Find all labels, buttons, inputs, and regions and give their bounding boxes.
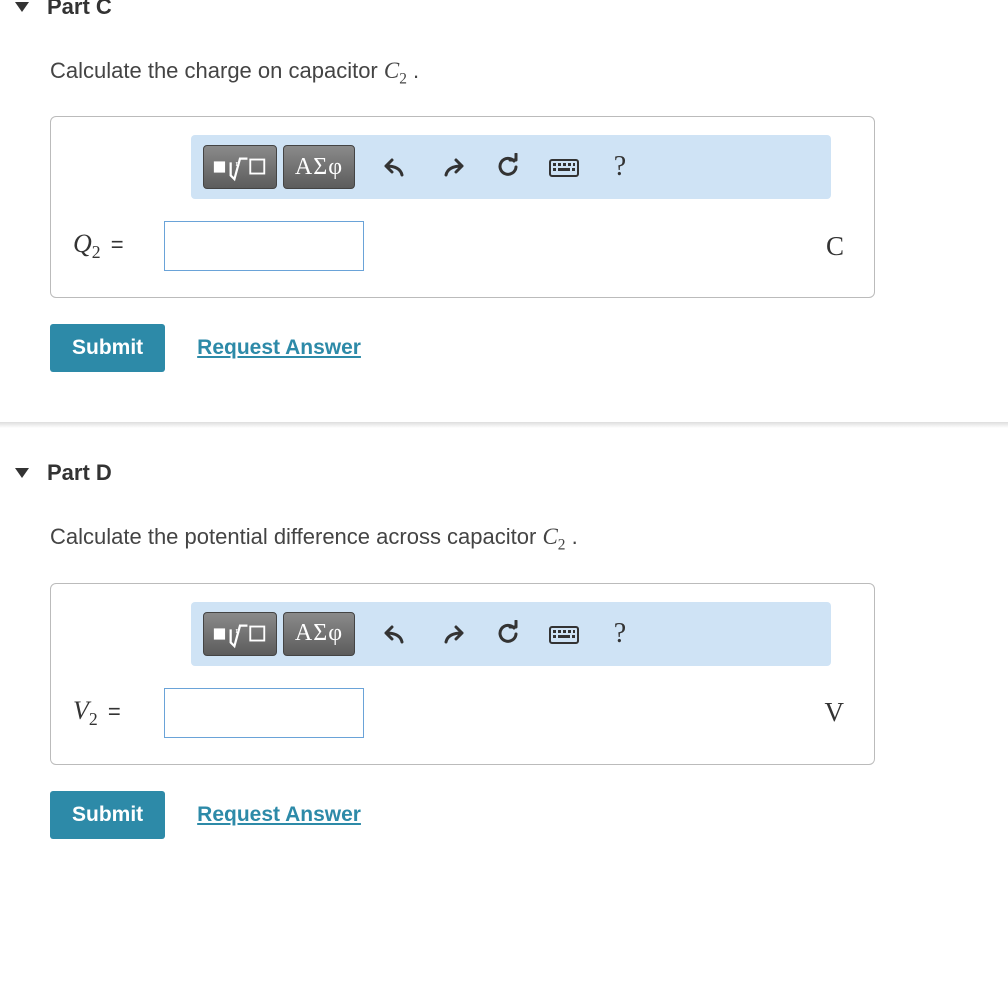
collapse-icon[interactable] [15, 468, 29, 478]
answer-input-c[interactable] [164, 221, 364, 271]
help-label: ? [614, 151, 626, 183]
prompt-text: Calculate the charge on capacitor [50, 58, 384, 83]
answer-box-d: n ΑΣφ [50, 583, 875, 765]
help-button[interactable]: ? [595, 145, 645, 189]
request-answer-link-d[interactable]: Request Answer [197, 803, 361, 827]
actions-c: Submit Request Answer [50, 324, 978, 372]
var-sub: 2 [92, 242, 101, 262]
part-c-header[interactable]: Part C [0, 0, 1008, 20]
part-d-header[interactable]: Part D [0, 460, 1008, 486]
part-c-prompt: Calculate the charge on capacitor C2 . [50, 58, 978, 88]
answer-input-d[interactable] [164, 688, 364, 738]
variable-label-c: Q2 = [73, 229, 148, 263]
templates-button[interactable]: n [203, 612, 277, 656]
request-answer-link-c[interactable]: Request Answer [197, 336, 361, 360]
part-d-title: Part D [47, 460, 112, 486]
part-c-body: Calculate the charge on capacitor C2 . n… [0, 58, 1008, 422]
eq-sign: = [105, 232, 124, 257]
var-letter: Q [73, 229, 92, 258]
toolbar-wrap: n ΑΣφ [51, 117, 874, 199]
part-c-title: Part C [47, 0, 112, 20]
prompt-suffix: . [565, 524, 577, 549]
part-d-body: Calculate the potential difference acros… [0, 524, 1008, 888]
part-d-prompt: Calculate the potential difference acros… [50, 524, 978, 554]
answer-box-c: n ΑΣφ [50, 116, 875, 298]
unit-d: V [825, 697, 853, 728]
prompt-var: C [384, 58, 399, 83]
var-sub: 2 [89, 709, 98, 729]
redo-button[interactable] [427, 612, 477, 656]
help-button[interactable]: ? [595, 612, 645, 656]
greek-label: ΑΣφ [295, 620, 343, 647]
prompt-var: C [542, 524, 557, 549]
redo-button[interactable] [427, 145, 477, 189]
undo-button[interactable] [371, 612, 421, 656]
keyboard-button[interactable] [539, 612, 589, 656]
input-row-c: Q2 = C [51, 199, 874, 297]
prompt-sub: 2 [399, 70, 407, 87]
greek-label: ΑΣφ [295, 154, 343, 181]
undo-button[interactable] [371, 145, 421, 189]
greek-button[interactable]: ΑΣφ [283, 145, 355, 189]
unit-c: C [826, 231, 852, 262]
actions-d: Submit Request Answer [50, 791, 978, 839]
prompt-suffix: . [407, 58, 419, 83]
input-row-d: V2 = V [51, 666, 874, 764]
submit-button-c[interactable]: Submit [50, 324, 165, 372]
variable-label-d: V2 = [73, 696, 148, 730]
templates-button[interactable]: n [203, 145, 277, 189]
eq-sign: = [102, 699, 121, 724]
part-d: Part D Calculate the potential differenc… [0, 428, 1008, 888]
help-label: ? [614, 618, 626, 650]
reset-button[interactable] [483, 612, 533, 656]
collapse-icon[interactable] [15, 2, 29, 12]
var-letter: V [73, 696, 89, 725]
part-c: Part C Calculate the charge on capacitor… [0, 0, 1008, 422]
toolbar-wrap: n ΑΣφ [51, 584, 874, 666]
keyboard-button[interactable] [539, 145, 589, 189]
equation-toolbar: n ΑΣφ [191, 602, 831, 666]
reset-button[interactable] [483, 145, 533, 189]
submit-button-d[interactable]: Submit [50, 791, 165, 839]
greek-button[interactable]: ΑΣφ [283, 612, 355, 656]
prompt-text: Calculate the potential difference acros… [50, 524, 542, 549]
equation-toolbar: n ΑΣφ [191, 135, 831, 199]
